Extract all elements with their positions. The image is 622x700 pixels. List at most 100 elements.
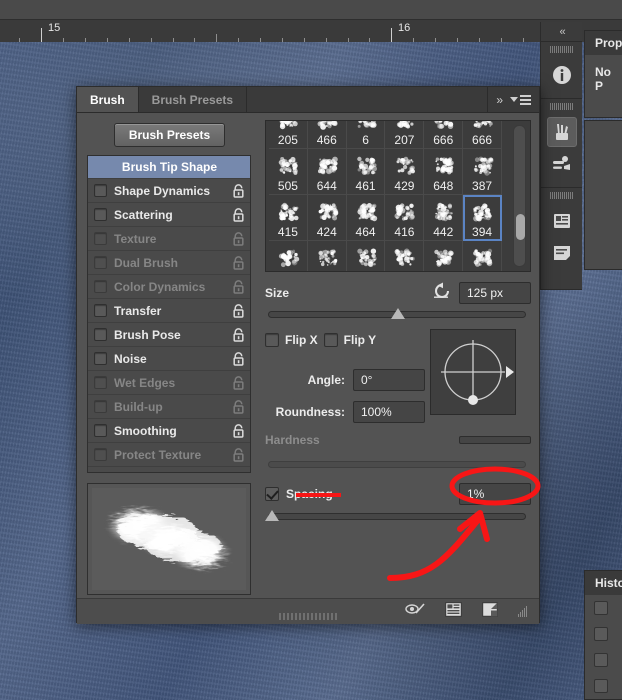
angle-value-field[interactable]: 0° [353,369,425,391]
brush-tip-cell[interactable]: 651 [347,241,386,271]
history-checkbox[interactable] [594,627,608,641]
brush-tip-cell[interactable]: 464 [346,195,386,241]
history-checkbox[interactable] [594,679,608,693]
brush-tip-cell-selected[interactable]: 394 [463,195,502,241]
roundness-value-field[interactable]: 100% [353,401,425,423]
option-checkbox-shape-dynamics[interactable] [94,184,107,197]
brush-tip-cell[interactable]: 533 [308,241,347,271]
option-checkbox-protect-texture[interactable] [94,448,107,461]
panel-bottom-grip[interactable] [279,613,337,620]
brush-tip-cell[interactable]: 540 [385,241,425,271]
history-row[interactable] [585,595,622,621]
spacing-slider[interactable] [264,510,526,521]
lock-icon[interactable] [232,375,245,390]
lock-icon[interactable] [232,351,245,366]
brush-tip-cell[interactable]: 644 [307,149,347,195]
brush-tip-cell[interactable]: 442 [424,195,464,241]
angle-roundness-dial[interactable] [430,329,516,415]
spacing-slider-thumb[interactable] [264,510,279,521]
tab-brush-presets[interactable]: Brush Presets [139,87,248,112]
notes-panel-icon[interactable] [547,238,577,268]
spacing-checkbox[interactable] [265,487,279,501]
brush-tip-cell[interactable]: 429 [385,149,425,195]
lock-icon[interactable] [232,255,245,270]
dock-collapse-button[interactable]: « [541,22,582,42]
resize-grip-icon[interactable] [518,606,527,617]
lock-icon[interactable] [232,447,245,462]
brush-tip-grid[interactable]: 205 466 6 207 666 666 505 644 461 429 648 387 415 424… [265,120,531,272]
brush-presets-icon[interactable] [547,149,577,179]
option-row-texture[interactable]: Texture [88,227,250,251]
history-checkbox[interactable] [594,653,608,667]
lock-icon[interactable] [232,423,245,438]
history-row[interactable] [585,621,622,647]
dock-grip[interactable] [541,99,582,115]
dock-grip[interactable] [541,42,582,58]
brush-tip-cell[interactable]: 6 [346,121,386,149]
brush-tip-cell[interactable]: 466 [307,121,347,149]
history-row[interactable] [585,673,622,699]
lock-icon[interactable] [232,327,245,342]
option-checkbox-scattering[interactable] [94,208,107,221]
tab-brush[interactable]: Brush [77,87,139,112]
lock-icon[interactable] [232,183,245,198]
panel-menu-icon[interactable] [510,94,531,105]
brush-tip-cell[interactable]: 666 [424,121,464,149]
toggle-brush-preview-icon[interactable] [405,602,425,621]
new-brush-icon[interactable] [482,601,498,622]
option-row-scattering[interactable]: Scattering [88,203,250,227]
size-slider-thumb[interactable] [391,308,405,319]
info-icon[interactable] [547,60,577,90]
brush-tip-cell[interactable]: 352 [463,241,502,271]
brush-presets-button[interactable]: Brush Presets [113,123,226,147]
brush-tip-cell[interactable]: 415 [269,195,308,241]
brush-tip-cell[interactable]: 505 [269,149,308,195]
option-row-wet-edges[interactable]: Wet Edges [88,371,250,395]
option-checkbox-wet-edges[interactable] [94,376,107,389]
brush-grid-scrollbar[interactable] [513,125,526,267]
chevron-double-right-icon[interactable]: » [496,93,503,107]
brush-tip-cell[interactable]: 416 [385,195,425,241]
option-checkbox-texture[interactable] [94,232,107,245]
brush-tip-cell[interactable]: 551 [424,241,464,271]
lock-icon[interactable] [232,231,245,246]
brush-tip-cell[interactable]: 666 [463,121,502,149]
brush-tip-cell[interactable]: 424 [307,195,347,241]
flip-x-checkbox[interactable] [265,333,279,347]
properties-panel-icon[interactable] [547,206,577,236]
option-row-shape-dynamics[interactable]: Shape Dynamics [88,179,250,203]
horizontal-ruler[interactable]: 15 16 [0,0,622,42]
option-checkbox-noise[interactable] [94,352,107,365]
size-value-field[interactable]: 125 px [459,282,531,304]
brush-tip-cell[interactable]: 599 [269,241,308,271]
option-checkbox-smoothing[interactable] [94,424,107,437]
option-row-dual-brush[interactable]: Dual Brush [88,251,250,275]
brush-tip-cell[interactable]: 648 [424,149,464,195]
option-checkbox-brush-pose[interactable] [94,328,107,341]
lock-icon[interactable] [232,279,245,294]
option-row-color-dynamics[interactable]: Color Dynamics [88,275,250,299]
option-row-brush-pose[interactable]: Brush Pose [88,323,250,347]
brush-tip-cell[interactable]: 387 [463,149,502,195]
option-row-protect-texture[interactable]: Protect Texture [88,443,250,467]
brush-tip-cell[interactable]: 205 [269,121,308,149]
brush-tip-cell[interactable]: 461 [346,149,386,195]
dock-grip[interactable] [541,188,582,204]
flip-y-checkbox[interactable] [323,333,338,347]
history-checkbox[interactable] [594,601,608,615]
lock-icon[interactable] [232,303,245,318]
brush-grid-scrollbar-thumb[interactable] [516,214,525,240]
history-row[interactable] [585,647,622,673]
size-slider[interactable] [268,308,526,319]
option-checkbox-color-dynamics[interactable] [94,280,107,293]
option-row-smoothing[interactable]: Smoothing [88,419,250,443]
brushes-icon[interactable] [546,117,577,147]
option-checkbox-dual-brush[interactable] [94,256,107,269]
lock-icon[interactable] [232,207,245,222]
lock-icon[interactable] [232,399,245,414]
brush-tip-shape-header[interactable]: Brush Tip Shape [88,156,250,179]
spacing-value-field[interactable]: 1% [459,483,531,505]
brush-panel-icon[interactable] [445,601,462,622]
option-checkbox-build-up[interactable] [94,400,107,413]
option-row-transfer[interactable]: Transfer [88,299,250,323]
